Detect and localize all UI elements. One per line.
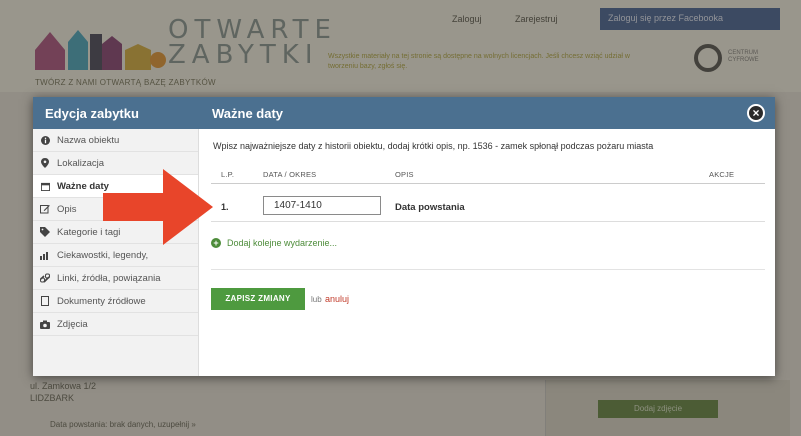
sidebar-item-label: Opis — [57, 203, 77, 215]
dates-instructions: Wpisz najważniejsze daty z historii obie… — [213, 141, 654, 151]
sidebar-item-label: Dokumenty źródłowe — [57, 295, 146, 307]
close-icon[interactable]: × — [747, 104, 765, 122]
sidebar-item-documents[interactable]: Dokumenty źródłowe — [33, 290, 198, 313]
add-event-label: Dodaj kolejne wydarzenie... — [227, 238, 338, 248]
modal-header: Edycja zabytku Ważne daty × — [33, 97, 775, 129]
sidebar-item-label: Zdjęcia — [57, 318, 88, 330]
section-divider — [211, 269, 765, 270]
tag-icon — [40, 227, 50, 237]
sidebar-item-label: Ważne daty — [57, 180, 109, 192]
modal-left-title: Edycja zabytku — [45, 106, 139, 121]
sidebar-item-label: Ciekawostki, legendy, — [57, 249, 149, 261]
dates-content: Wpisz najważniejsze daty z historii obie… — [199, 129, 775, 376]
column-header-lp: L.P. — [221, 170, 235, 179]
map-pin-icon — [40, 158, 50, 168]
sidebar-item-photos[interactable]: Zdjęcia — [33, 313, 198, 336]
add-event-link[interactable]: + Dodaj kolejne wydarzenie... — [211, 238, 337, 248]
sidebar-item-label: Lokalizacja — [57, 157, 104, 169]
sidebar-item-label: Linki, źródła, powiązania — [57, 272, 161, 284]
or-text: lub — [311, 295, 322, 304]
event-description[interactable]: Data powstania — [395, 202, 465, 213]
chart-icon — [40, 250, 50, 260]
link-icon — [40, 273, 50, 283]
edit-icon — [40, 204, 50, 214]
header-divider — [211, 183, 765, 184]
sidebar-item-links[interactable]: Linki, źródła, powiązania — [33, 267, 198, 290]
row-divider — [211, 221, 765, 222]
date-period-input[interactable] — [263, 196, 381, 215]
column-header-actions: AKCJE — [709, 170, 735, 179]
save-changes-button[interactable]: ZAPISZ ZMIANY — [211, 288, 305, 310]
column-header-date: DATA / OKRES — [263, 170, 317, 179]
modal-right-title: Ważne daty — [212, 106, 284, 121]
cancel-link[interactable]: anuluj — [325, 294, 349, 304]
document-icon — [40, 296, 50, 306]
sidebar-item-name[interactable]: Nazwa obiektu — [33, 129, 198, 152]
column-header-description: OPIS — [395, 170, 414, 179]
sidebar-item-label: Nazwa obiektu — [57, 134, 120, 146]
calendar-icon — [40, 181, 50, 191]
camera-icon — [40, 319, 50, 329]
info-icon — [40, 135, 50, 145]
row-number: 1. — [221, 202, 229, 212]
red-arrow-icon — [103, 169, 213, 245]
